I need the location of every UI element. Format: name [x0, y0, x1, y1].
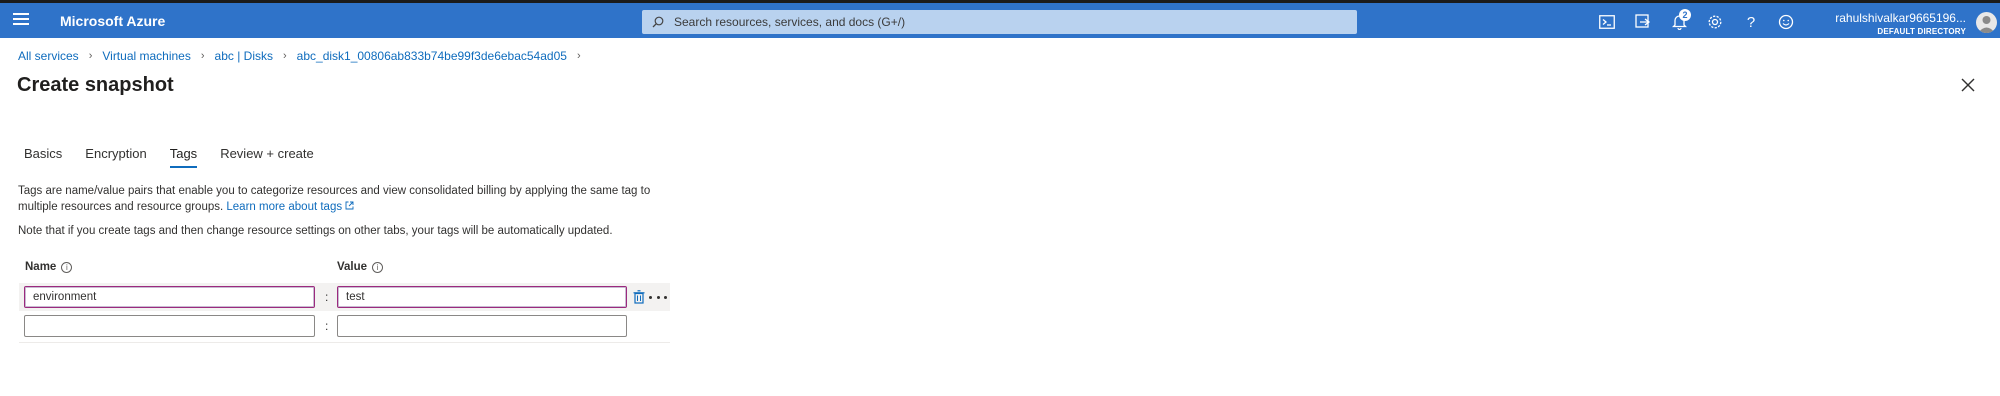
tags-note: Note that if you create tags and then ch…	[18, 225, 613, 237]
global-search[interactable]	[642, 10, 1357, 34]
external-link-icon	[345, 201, 354, 210]
row-divider	[19, 342, 670, 343]
settings-icon[interactable]	[1705, 12, 1725, 32]
tag-separator: :	[325, 290, 329, 304]
brand-title[interactable]: Microsoft Azure	[60, 13, 165, 29]
feedback-icon[interactable]	[1776, 12, 1796, 32]
search-input[interactable]	[674, 15, 1334, 29]
tab-basics[interactable]: Basics	[24, 146, 62, 168]
breadcrumb-virtual-machines[interactable]: Virtual machines	[102, 49, 191, 63]
info-icon[interactable]: i	[372, 261, 384, 273]
breadcrumb-abc-disks[interactable]: abc | Disks	[215, 49, 273, 63]
delete-icon[interactable]	[633, 290, 645, 304]
tag-value-field[interactable]	[337, 286, 627, 308]
search-icon	[652, 16, 664, 28]
chevron-right-icon: ›	[88, 50, 93, 62]
notification-count-badge: 2	[1679, 9, 1691, 21]
info-icon[interactable]: i	[61, 261, 73, 273]
breadcrumb-disk[interactable]: abc_disk1_00806ab833b74be99f3de6ebac54ad…	[297, 49, 567, 63]
tab-review-create[interactable]: Review + create	[220, 146, 314, 168]
chevron-right-icon: ›	[576, 50, 581, 62]
tag-name-field-empty[interactable]	[24, 315, 315, 337]
directory-filter-icon[interactable]	[1633, 12, 1653, 32]
breadcrumb-all-services[interactable]: All services	[18, 49, 79, 63]
name-column-header: Name i	[25, 261, 73, 273]
menu-icon[interactable]	[13, 13, 29, 27]
page-title: Create snapshot	[17, 74, 174, 96]
value-header-label: Value	[337, 261, 368, 273]
wizard-tabs: Basics Encryption Tags Review + create	[24, 146, 337, 168]
azure-top-bar: Microsoft Azure 2 ? rahulshivalkar966519…	[0, 3, 2000, 38]
name-header-label: Name	[25, 261, 57, 273]
value-column-header: Value i	[337, 261, 384, 273]
user-name: rahulshivalkar9665196...	[1835, 11, 1966, 25]
avatar[interactable]	[1976, 12, 1997, 33]
tag-name-field[interactable]	[24, 286, 315, 308]
learn-more-tags-link[interactable]: Learn more about tags	[226, 201, 354, 213]
tags-description: Tags are name/value pairs that enable yo…	[18, 183, 668, 215]
cloud-shell-icon[interactable]	[1597, 12, 1617, 32]
tab-tags[interactable]: Tags	[169, 146, 198, 168]
tag-separator: :	[325, 319, 329, 333]
close-icon[interactable]	[1960, 77, 1976, 93]
account-info[interactable]: rahulshivalkar9665196... DEFAULT DIRECTO…	[1835, 11, 1966, 36]
directory-name: DEFAULT DIRECTORY	[1877, 27, 1966, 36]
more-options-icon[interactable]	[649, 289, 667, 305]
help-icon[interactable]: ?	[1741, 12, 1761, 32]
chevron-right-icon: ›	[200, 50, 205, 62]
tab-encryption[interactable]: Encryption	[85, 146, 146, 168]
tag-value-field-empty[interactable]	[337, 315, 627, 337]
chevron-right-icon: ›	[283, 50, 287, 62]
notifications-icon[interactable]: 2	[1669, 9, 1691, 32]
breadcrumb: All services › Virtual machines › abc | …	[18, 49, 591, 63]
